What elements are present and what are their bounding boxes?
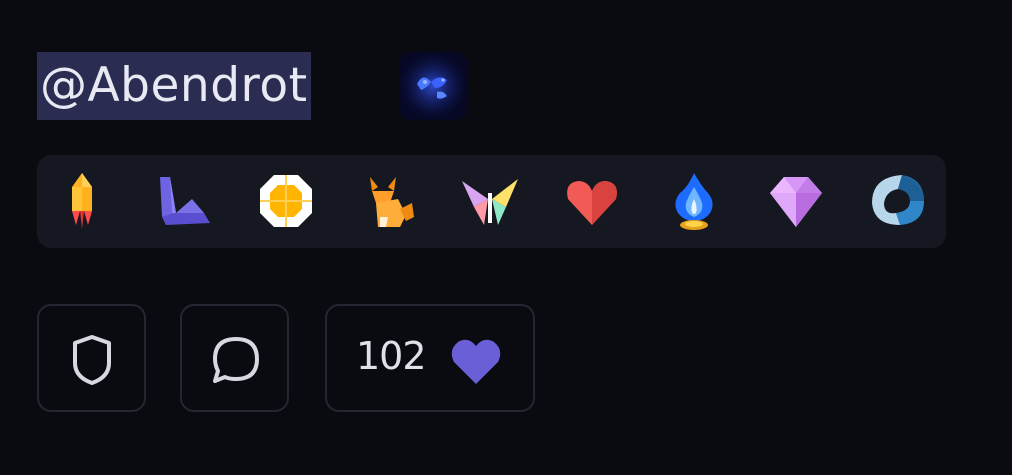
heart-icon xyxy=(451,339,501,384)
status-emoji[interactable] xyxy=(399,52,467,120)
badge-row xyxy=(37,155,946,248)
rocket-badge-icon[interactable] xyxy=(50,169,114,233)
report-button[interactable] xyxy=(37,304,146,412)
like-count: 102 xyxy=(356,334,427,378)
fox-badge-icon[interactable] xyxy=(356,169,420,233)
shield-icon xyxy=(73,335,111,385)
yellow-octagon-badge-icon[interactable] xyxy=(254,169,318,233)
blue-butterfly-icon xyxy=(399,52,467,120)
butterfly-badge-icon[interactable] xyxy=(458,169,522,233)
message-button[interactable] xyxy=(180,304,289,412)
red-heart-badge-icon[interactable] xyxy=(560,169,624,233)
purple-chevron-badge-icon[interactable] xyxy=(152,169,216,233)
purple-gem-badge-icon[interactable] xyxy=(764,169,828,233)
blue-fire-badge-icon[interactable] xyxy=(662,169,726,233)
chat-bubble-icon xyxy=(213,337,259,383)
username: @Abendrot xyxy=(37,52,311,120)
profile-card: @Abendrot 102 xyxy=(0,0,1012,475)
like-button[interactable]: 102 xyxy=(325,304,535,412)
blue-ring-badge-icon[interactable] xyxy=(866,169,930,233)
